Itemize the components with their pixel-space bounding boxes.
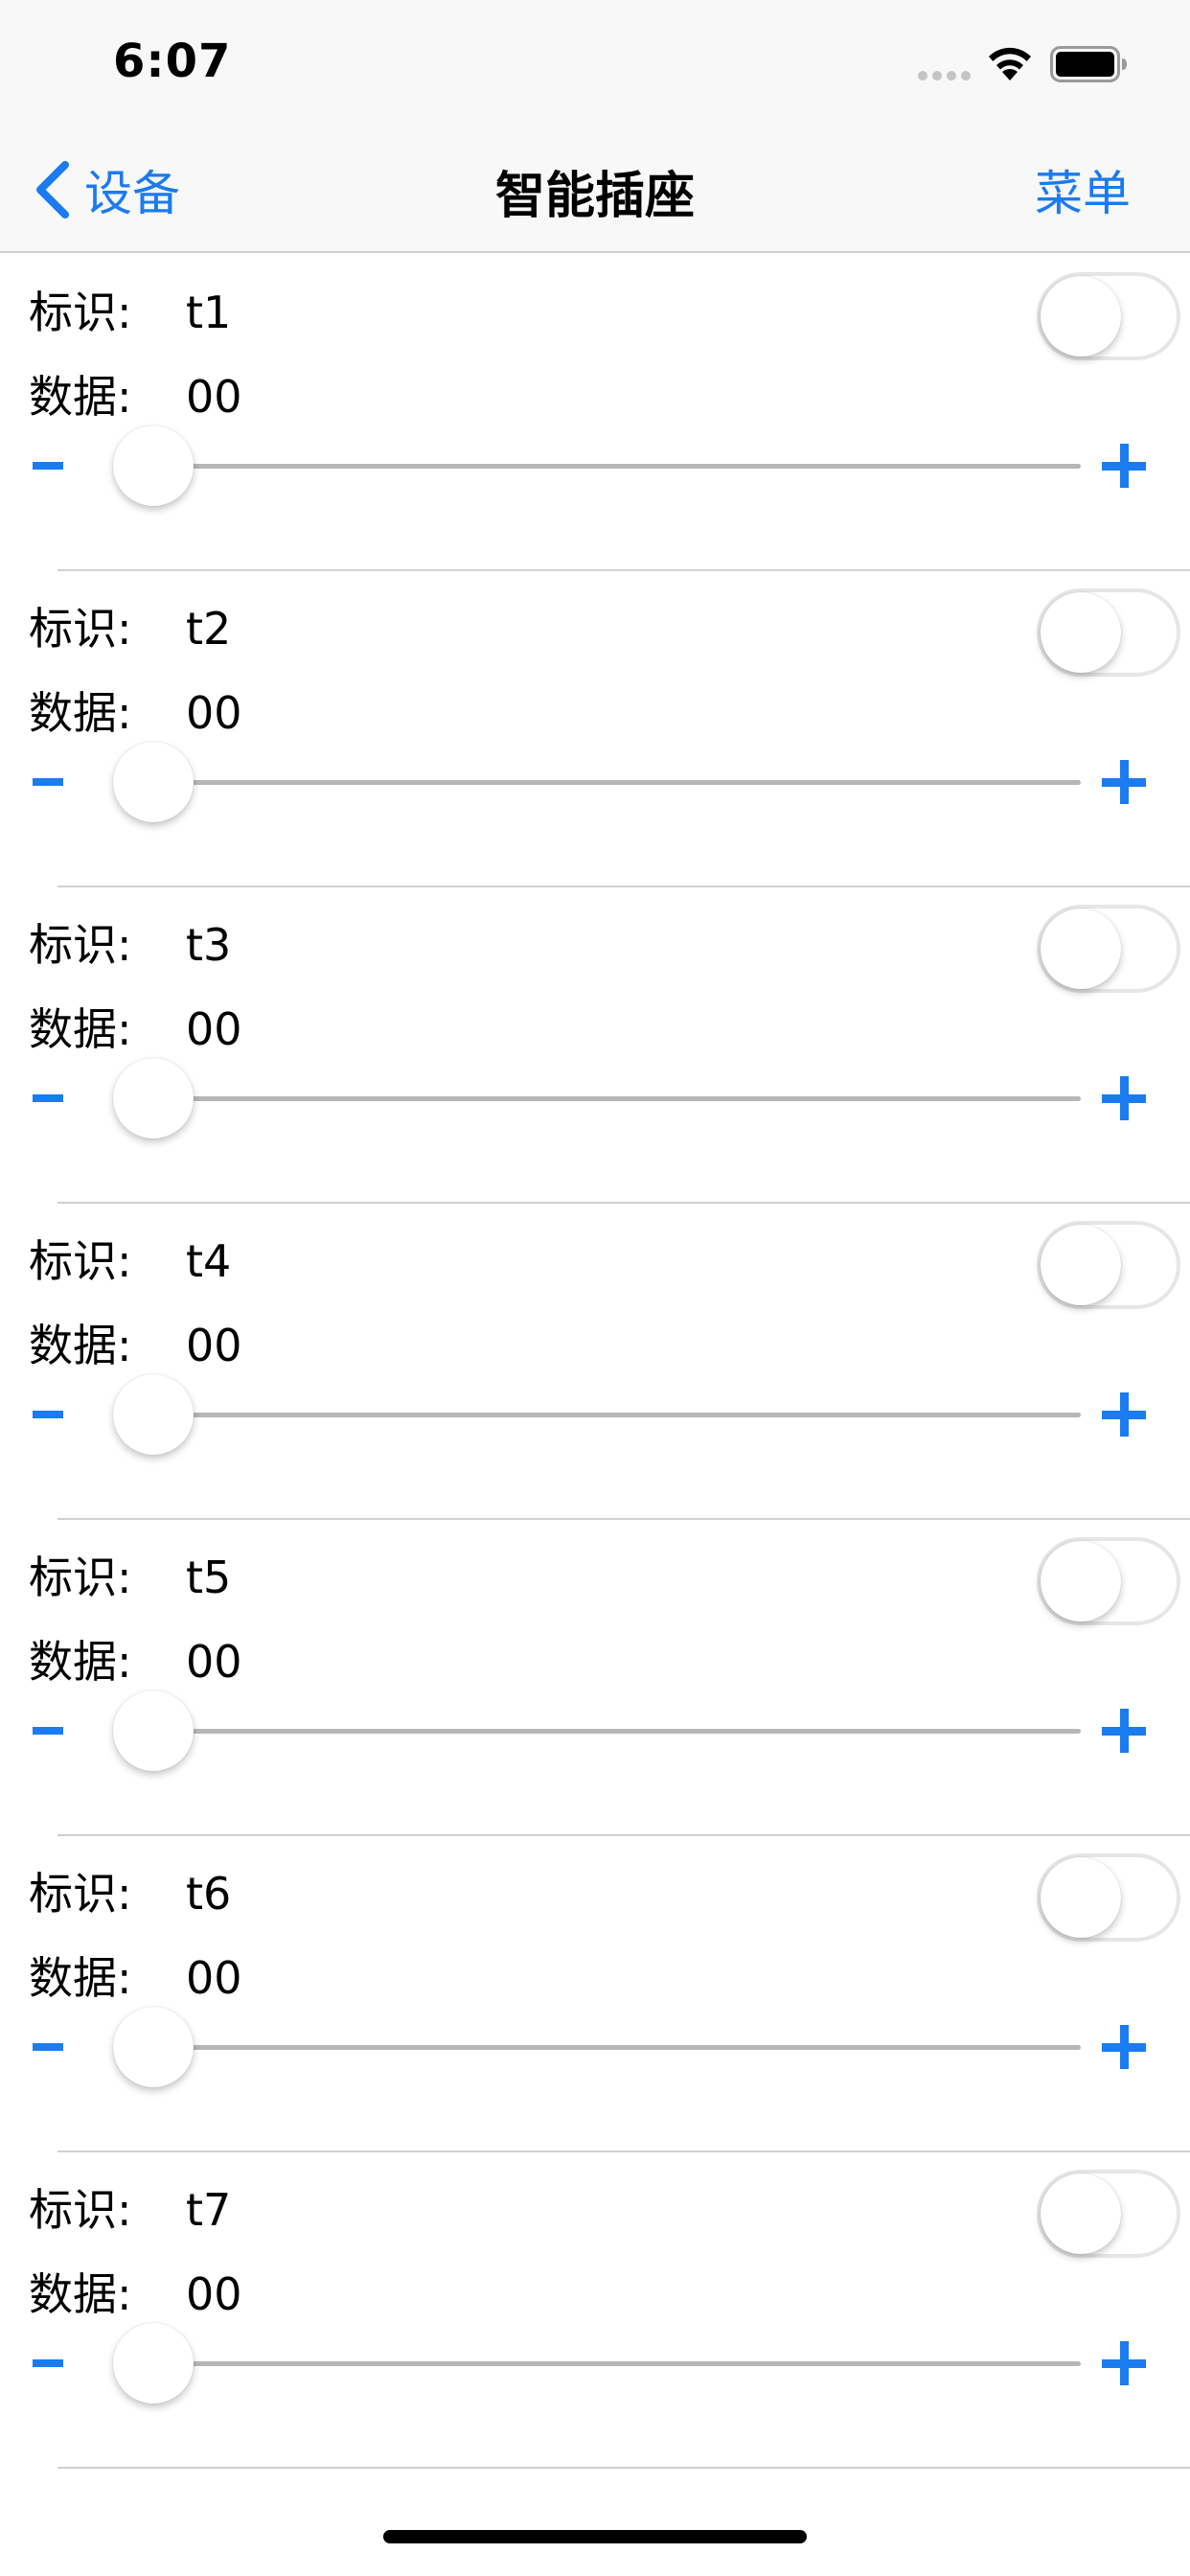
status-time: 6:07 bbox=[113, 34, 232, 88]
slider-track bbox=[151, 2361, 1081, 2366]
data-value: 00 bbox=[186, 687, 242, 739]
increase-button[interactable] bbox=[1100, 1702, 1150, 1760]
decrease-button[interactable] bbox=[33, 2018, 67, 2076]
decrease-button[interactable] bbox=[33, 437, 67, 494]
toggle-knob bbox=[1041, 1857, 1121, 1938]
power-toggle[interactable] bbox=[1037, 905, 1180, 993]
value-slider[interactable] bbox=[113, 1372, 1081, 1459]
value-slider[interactable] bbox=[113, 740, 1081, 826]
data-value: 00 bbox=[186, 2268, 242, 2320]
power-toggle[interactable] bbox=[1037, 272, 1180, 360]
data-label: 数据: bbox=[29, 1952, 132, 2004]
id-label: 标识: bbox=[29, 1235, 132, 1287]
value-slider[interactable] bbox=[113, 2321, 1081, 2407]
increase-button[interactable] bbox=[1100, 753, 1150, 811]
value-slider[interactable] bbox=[113, 2005, 1081, 2091]
value-slider[interactable] bbox=[113, 1056, 1081, 1142]
slider-track bbox=[151, 780, 1081, 785]
decrease-button[interactable] bbox=[33, 1070, 67, 1127]
socket-cell: 标识: t6 数据: 00 bbox=[0, 1836, 1190, 2152]
power-toggle[interactable] bbox=[1037, 1537, 1180, 1625]
data-label: 数据: bbox=[29, 1003, 132, 1055]
slider-thumb[interactable] bbox=[113, 2007, 194, 2087]
data-value: 00 bbox=[186, 371, 242, 423]
wifi-icon bbox=[989, 47, 1031, 80]
power-toggle[interactable] bbox=[1037, 1853, 1180, 1942]
value-slider[interactable] bbox=[113, 424, 1081, 510]
toggle-knob bbox=[1041, 1541, 1121, 1622]
power-toggle[interactable] bbox=[1037, 2170, 1180, 2258]
id-label: 标识: bbox=[29, 287, 132, 338]
decrease-button[interactable] bbox=[33, 753, 67, 811]
socket-cell: 标识: t2 数据: 00 bbox=[0, 571, 1190, 887]
slider-thumb[interactable] bbox=[113, 1058, 194, 1138]
id-value: t5 bbox=[186, 1552, 232, 1603]
data-label: 数据: bbox=[29, 1320, 132, 1371]
divider bbox=[57, 2467, 1190, 2469]
power-toggle[interactable] bbox=[1037, 588, 1180, 677]
increase-button[interactable] bbox=[1100, 437, 1150, 494]
value-slider[interactable] bbox=[113, 1689, 1081, 1775]
decrease-button[interactable] bbox=[33, 2334, 67, 2392]
decrease-button[interactable] bbox=[33, 1386, 67, 1443]
home-indicator[interactable] bbox=[383, 2530, 807, 2543]
power-toggle[interactable] bbox=[1037, 1221, 1180, 1309]
data-label: 数据: bbox=[29, 2268, 132, 2320]
id-label: 标识: bbox=[29, 2184, 132, 2236]
increase-button[interactable] bbox=[1100, 1070, 1150, 1127]
data-value: 00 bbox=[186, 1003, 242, 1055]
increase-button[interactable] bbox=[1100, 1386, 1150, 1443]
status-bar: 6:07 bbox=[0, 0, 1190, 126]
socket-cell: 标识: t1 数据: 00 bbox=[0, 255, 1190, 571]
id-value: t4 bbox=[186, 1235, 232, 1287]
slider-track bbox=[151, 1729, 1081, 1734]
id-value: t7 bbox=[186, 2184, 232, 2236]
slider-thumb[interactable] bbox=[113, 742, 194, 822]
data-label: 数据: bbox=[29, 687, 132, 739]
battery-icon bbox=[1050, 46, 1127, 82]
increase-button[interactable] bbox=[1100, 2334, 1150, 2392]
socket-list: 标识: t1 数据: 00 标识: t2 数据: 00 标识: t3 数据: 0… bbox=[0, 255, 1190, 2469]
data-value: 00 bbox=[186, 1636, 242, 1688]
slider-track bbox=[151, 1096, 1081, 1101]
page-title: 智能插座 bbox=[494, 168, 695, 225]
slider-track bbox=[151, 464, 1081, 469]
slider-thumb[interactable] bbox=[113, 1690, 194, 1771]
slider-thumb[interactable] bbox=[113, 426, 194, 506]
socket-cell: 标识: t3 数据: 00 bbox=[0, 887, 1190, 1204]
id-value: t2 bbox=[186, 603, 232, 655]
decrease-button[interactable] bbox=[33, 1702, 67, 1760]
toggle-knob bbox=[1041, 592, 1121, 673]
signal-dots-icon bbox=[918, 71, 972, 82]
slider-track bbox=[151, 1413, 1081, 1417]
data-value: 00 bbox=[186, 1320, 242, 1371]
slider-thumb[interactable] bbox=[113, 1374, 194, 1455]
socket-cell: 标识: t4 数据: 00 bbox=[0, 1204, 1190, 1520]
data-value: 00 bbox=[186, 1952, 242, 2004]
id-label: 标识: bbox=[29, 1552, 132, 1603]
toggle-knob bbox=[1041, 2174, 1121, 2254]
data-label: 数据: bbox=[29, 371, 132, 423]
id-label: 标识: bbox=[29, 603, 132, 655]
increase-button[interactable] bbox=[1100, 2018, 1150, 2076]
data-label: 数据: bbox=[29, 1636, 132, 1688]
id-value: t6 bbox=[186, 1868, 232, 1920]
toggle-knob bbox=[1041, 908, 1121, 989]
slider-thumb[interactable] bbox=[113, 2323, 194, 2404]
socket-cell: 标识: t7 数据: 00 bbox=[0, 2152, 1190, 2469]
menu-button[interactable]: 菜单 bbox=[1035, 155, 1131, 224]
id-label: 标识: bbox=[29, 1868, 132, 1920]
id-value: t3 bbox=[186, 919, 232, 971]
navigation-bar: 设备 智能插座 菜单 bbox=[0, 126, 1190, 253]
toggle-knob bbox=[1041, 276, 1121, 356]
id-label: 标识: bbox=[29, 919, 132, 971]
socket-cell: 标识: t5 数据: 00 bbox=[0, 1520, 1190, 1836]
id-value: t1 bbox=[186, 287, 232, 338]
toggle-knob bbox=[1041, 1225, 1121, 1305]
slider-track bbox=[151, 2045, 1081, 2050]
